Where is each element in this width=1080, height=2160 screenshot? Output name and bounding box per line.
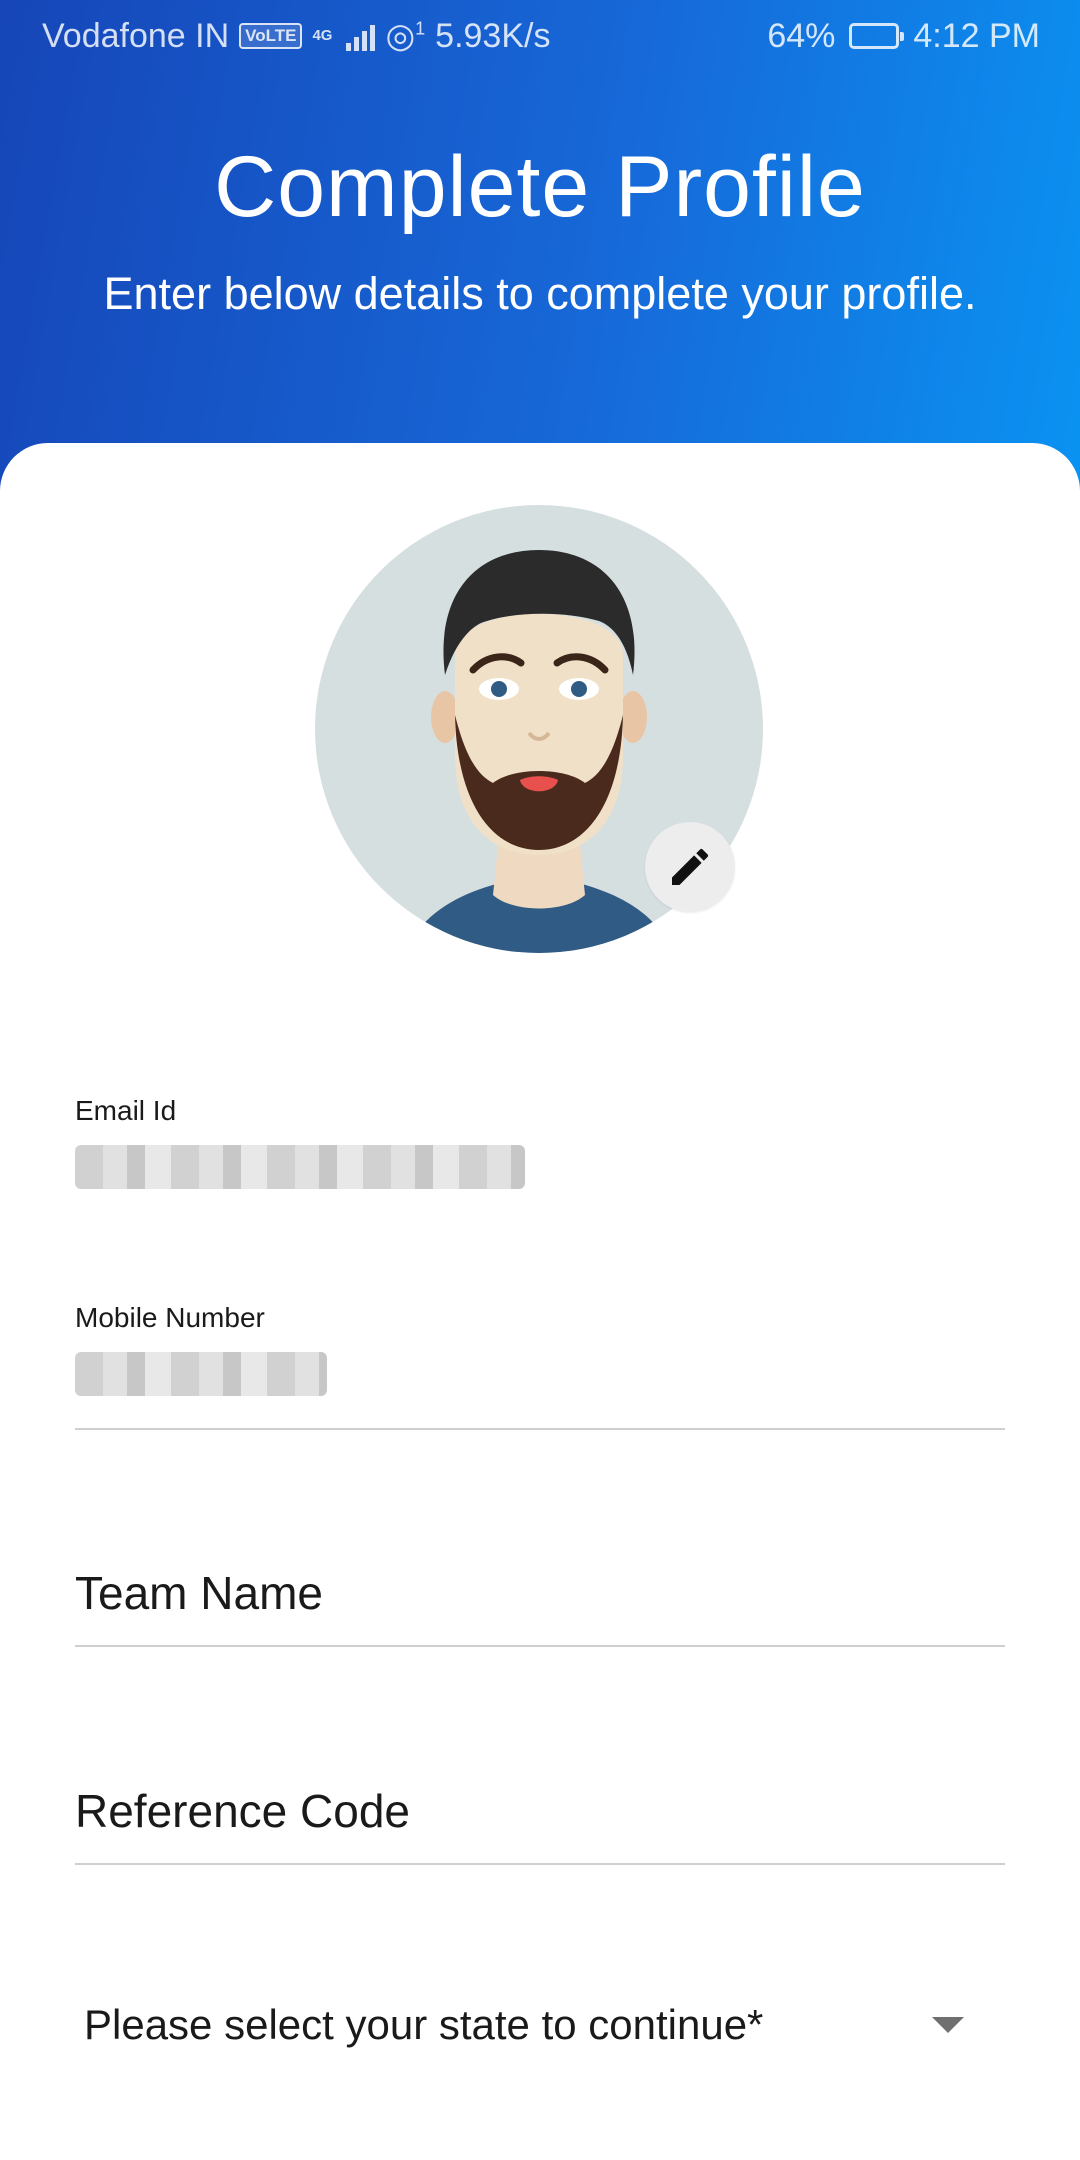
- email-label: Email Id: [75, 1095, 177, 1126]
- header-banner: Vodafone IN VoLTE 4G ◎1 5.93K/s 64% 4:12…: [0, 0, 1080, 520]
- team-name-input[interactable]: Team Name: [75, 1566, 1005, 1620]
- email-value-redacted: [75, 1145, 525, 1189]
- hotspot-count: 1: [415, 18, 426, 39]
- pencil-icon: [672, 848, 709, 885]
- mobile-value-redacted: [75, 1352, 327, 1396]
- chevron-down-icon: [932, 2017, 964, 2033]
- state-select-label: Please select your state to continue*: [84, 2001, 764, 2048]
- volte-icon: VoLTE: [239, 23, 303, 49]
- mobile-label: Mobile Number: [75, 1302, 265, 1333]
- battery-percent: 64%: [767, 16, 836, 55]
- page-title: Complete Profile: [214, 139, 866, 235]
- mobile-underline: [75, 1428, 1005, 1430]
- clock: 4:12 PM: [913, 16, 1040, 55]
- mobile-field[interactable]: Mobile Number: [75, 1302, 1005, 1396]
- email-field[interactable]: Email Id: [75, 1095, 1005, 1189]
- battery-icon: [849, 23, 905, 49]
- signal-icon: [346, 21, 376, 51]
- status-bar: Vodafone IN VoLTE 4G ◎1 5.93K/s 64% 4:12…: [0, 0, 1080, 72]
- hotspot-icon: ◎1: [385, 17, 426, 55]
- network-type: 4G: [312, 27, 333, 44]
- reference-code-input[interactable]: Reference Code: [75, 1784, 1005, 1838]
- reference-code-underline: [75, 1863, 1005, 1865]
- team-name-underline: [75, 1645, 1005, 1647]
- network-speed: 5.93K/s: [435, 16, 551, 55]
- state-select[interactable]: Please select your state to continue*: [84, 1990, 964, 2060]
- edit-avatar-button[interactable]: [645, 822, 735, 912]
- carrier-name: Vodafone IN: [42, 16, 230, 55]
- page-subtitle: Enter below details to complete your pro…: [103, 268, 977, 319]
